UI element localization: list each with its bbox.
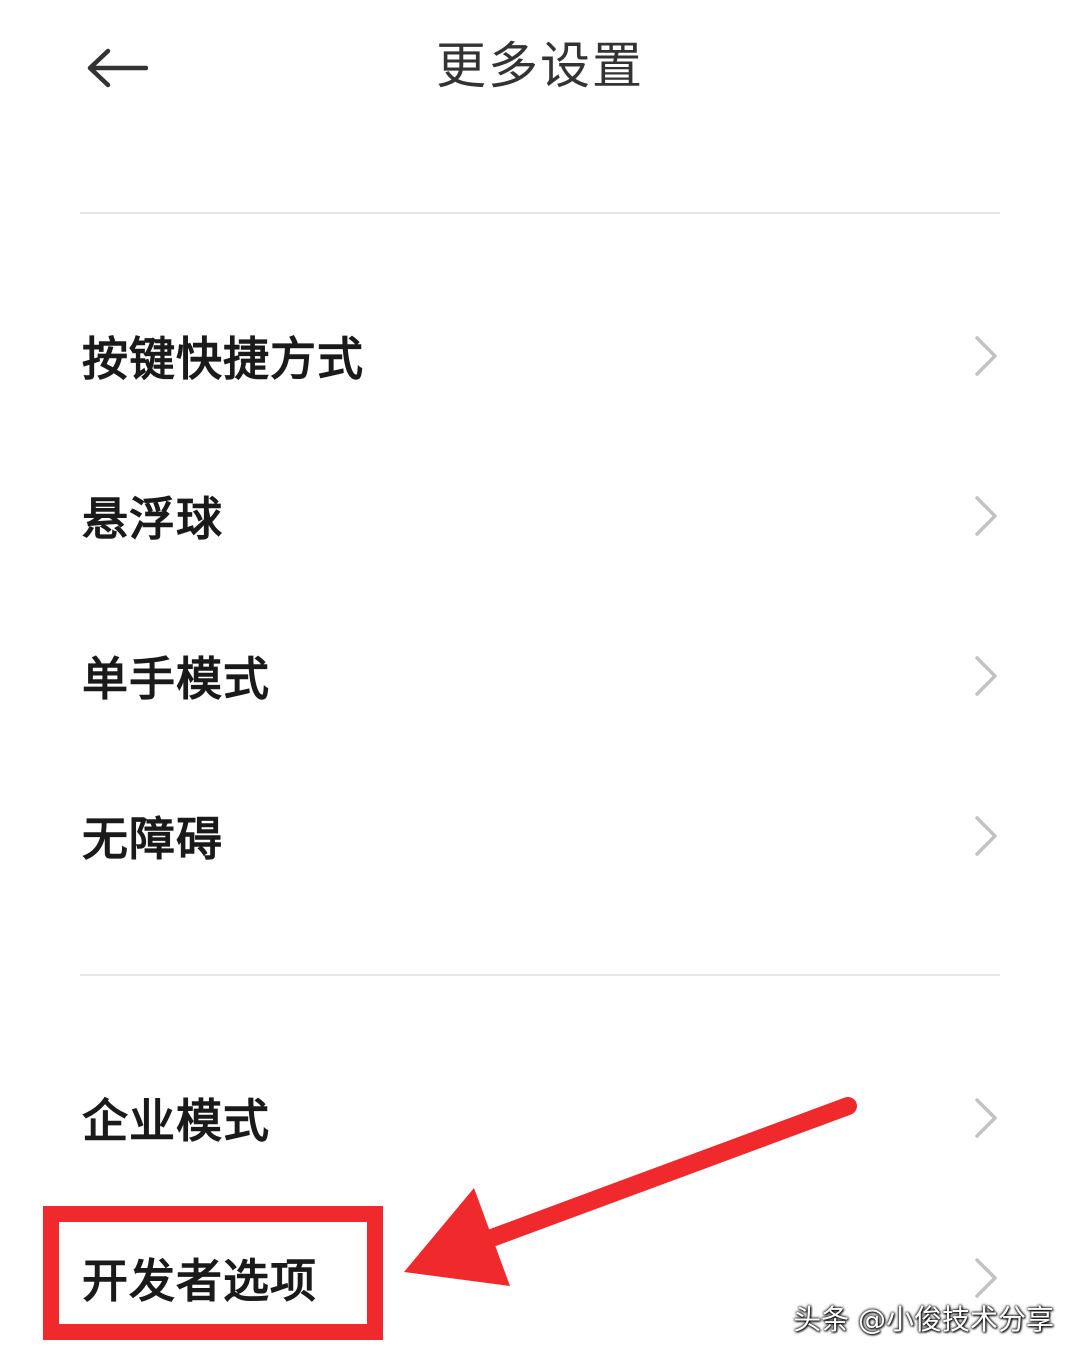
- settings-item-one-hand-mode[interactable]: 单手模式: [0, 596, 1080, 756]
- settings-item-enterprise-mode[interactable]: 企业模式: [0, 1038, 1080, 1198]
- chevron-right-icon: [975, 816, 997, 856]
- chevron-right-icon: [975, 336, 997, 376]
- settings-item-floating-ball[interactable]: 悬浮球: [0, 436, 1080, 596]
- settings-item-label: 单手模式: [82, 652, 270, 706]
- page-title: 更多设置: [436, 37, 644, 95]
- section-divider: [80, 212, 1000, 214]
- section-divider: [80, 974, 1000, 976]
- chevron-right-icon: [975, 496, 997, 536]
- settings-item-label: 开发者选项: [82, 1254, 317, 1308]
- settings-item-label: 企业模式: [82, 1094, 270, 1148]
- settings-item-key-shortcuts[interactable]: 按键快捷方式: [0, 276, 1080, 436]
- chevron-right-icon: [975, 1098, 997, 1138]
- settings-item-accessibility[interactable]: 无障碍: [0, 756, 1080, 916]
- chevron-right-icon: [975, 656, 997, 696]
- chevron-right-icon: [975, 1258, 997, 1298]
- settings-item-label: 按键快捷方式: [82, 332, 364, 386]
- watermark: 头条 @小俊技术分享: [793, 1303, 1054, 1336]
- settings-item-label: 悬浮球: [82, 492, 223, 546]
- settings-item-label: 无障碍: [82, 812, 223, 866]
